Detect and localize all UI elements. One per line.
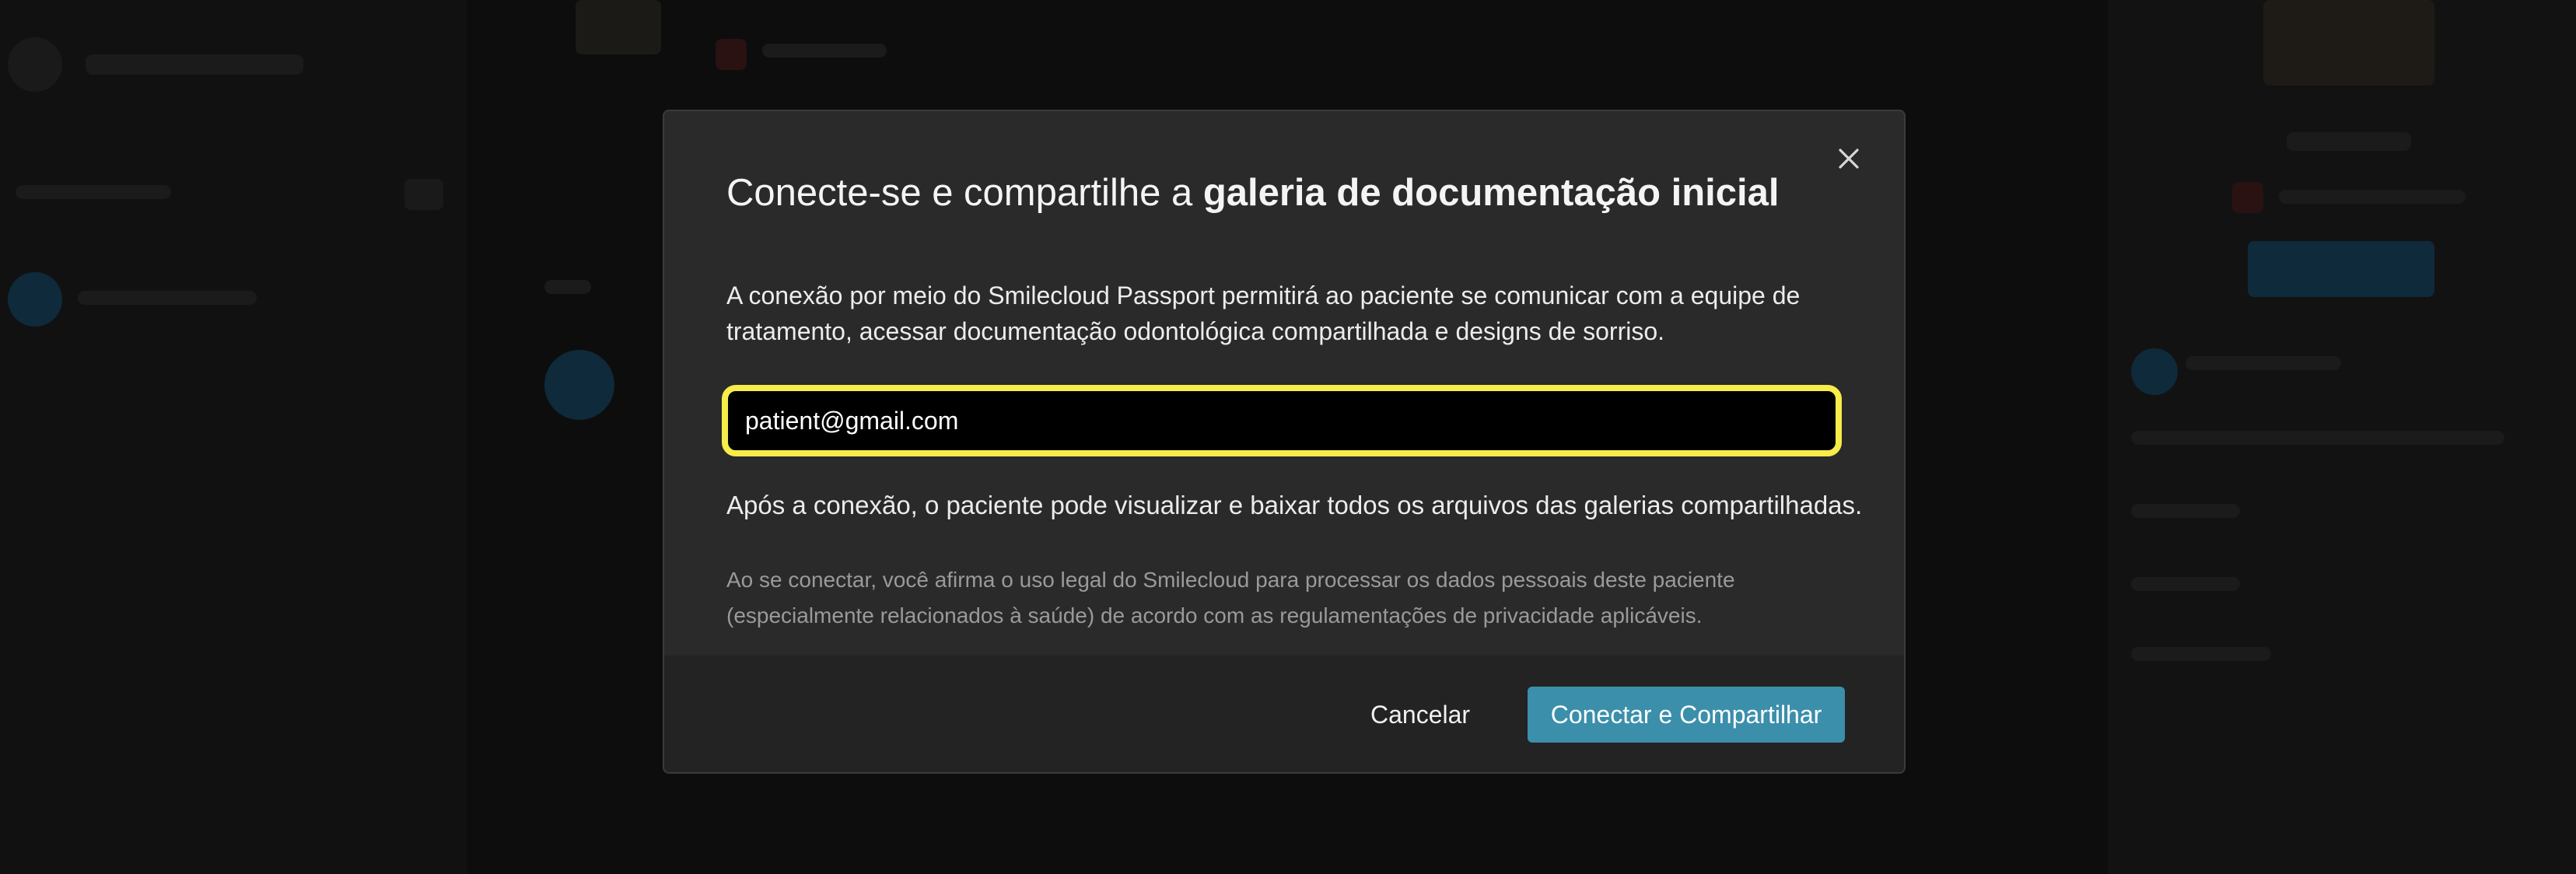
connect-share-dialog: Conecte-se e compartilhe a galeria de do… xyxy=(663,110,1906,774)
email-field[interactable] xyxy=(728,391,1836,450)
dialog-title-prefix: Conecte-se e compartilhe a xyxy=(726,172,1203,214)
dialog-title-emphasis: galeria de documentação inicial xyxy=(1202,172,1780,214)
dialog-footer: Cancelar Conectar e Compartilhar xyxy=(664,656,1904,772)
after-connection-text: Após a conexão, o paciente pode visualiz… xyxy=(726,491,1863,519)
background-details-panel xyxy=(2108,0,2576,874)
legal-notice: Ao se conectar, você afirma o uso legal … xyxy=(726,568,1735,628)
close-button[interactable] xyxy=(1831,141,1867,177)
dialog-body: Conecte-se e compartilhe a galeria de do… xyxy=(664,111,1904,657)
email-field-wrapper xyxy=(722,385,1842,456)
dialog-title: Conecte-se e compartilhe a galeria de do… xyxy=(726,169,1780,218)
background-sidebar xyxy=(0,0,467,874)
connect-and-share-button[interactable]: Conectar e Compartilhar xyxy=(1528,687,1845,743)
cancel-button[interactable]: Cancelar xyxy=(1349,687,1492,743)
dialog-description: A conexão por meio do Smilecloud Passpor… xyxy=(726,281,1801,345)
close-icon xyxy=(1839,149,1859,169)
